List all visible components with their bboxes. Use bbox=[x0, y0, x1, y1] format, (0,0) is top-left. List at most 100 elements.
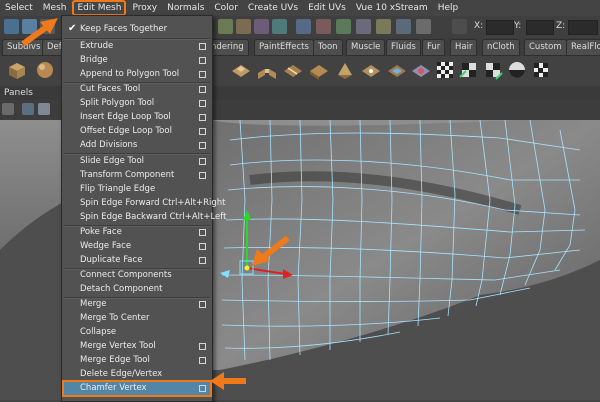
outliner-icon[interactable] bbox=[416, 19, 431, 34]
attribute-editor-icon[interactable] bbox=[396, 19, 411, 34]
grid-icon[interactable] bbox=[2, 103, 14, 115]
option-box-icon[interactable] bbox=[199, 172, 206, 179]
tab-ncloth[interactable]: nCloth bbox=[482, 39, 520, 56]
shaded-icon[interactable] bbox=[38, 103, 50, 115]
menu-item-slide-edge[interactable]: Slide Edge Tool bbox=[62, 154, 212, 168]
snap-view-icon[interactable] bbox=[272, 19, 287, 34]
menu-item-chamfer-vertex[interactable]: Chamfer Vertex bbox=[62, 380, 212, 397]
menu-vue-xstream[interactable]: Vue 10 xStream bbox=[351, 0, 433, 16]
menu-item-spin-edge-backward[interactable]: Spin Edge Backward Ctrl+Alt+Left bbox=[62, 210, 226, 224]
snap-point-icon[interactable] bbox=[254, 19, 269, 34]
render-settings-icon[interactable] bbox=[356, 19, 371, 34]
option-box-icon[interactable] bbox=[199, 86, 206, 93]
menu-item-flip-triangle-edge[interactable]: Flip Triangle Edge bbox=[62, 182, 212, 196]
x-field[interactable] bbox=[486, 20, 514, 35]
split-shelf-icon[interactable] bbox=[282, 59, 304, 81]
tab-fluids[interactable]: Fluids bbox=[386, 39, 421, 56]
snap-grid-icon[interactable] bbox=[218, 19, 233, 34]
menu-item-insert-edge-loop[interactable]: Insert Edge Loop Tool bbox=[62, 110, 212, 124]
menu-item-transform-component[interactable]: Transform Component bbox=[62, 168, 212, 182]
menu-item-merge-to-center[interactable]: Merge To Center bbox=[62, 311, 212, 325]
option-box-icon[interactable] bbox=[199, 385, 206, 392]
panels-menu[interactable]: Panels bbox=[4, 88, 33, 98]
option-box-icon[interactable] bbox=[199, 100, 206, 107]
option-box-icon[interactable] bbox=[199, 57, 206, 64]
tab-realflow[interactable]: RealFlo bbox=[566, 39, 600, 56]
menu-proxy[interactable]: Proxy bbox=[127, 0, 162, 16]
menu-item-merge-vertex-tool[interactable]: Merge Vertex Tool bbox=[62, 339, 212, 353]
menu-bar: Select Mesh Edit Mesh Proxy Normals Colo… bbox=[0, 0, 600, 16]
menu-item-connect-components[interactable]: Connect Components bbox=[62, 268, 212, 282]
option-box-icon[interactable] bbox=[199, 243, 206, 250]
menu-item-collapse[interactable]: Collapse bbox=[62, 325, 212, 339]
menu-item-merge-edge-tool[interactable]: Merge Edge Tool bbox=[62, 353, 212, 367]
input-mode-icon[interactable] bbox=[452, 19, 467, 34]
option-box-icon[interactable] bbox=[199, 43, 206, 50]
wedge-shelf-icon[interactable] bbox=[334, 59, 356, 81]
z-field-label: Z: bbox=[556, 21, 566, 31]
uv-automatic-icon[interactable] bbox=[530, 59, 552, 81]
annotation-arrow-icon bbox=[21, 18, 58, 47]
select-tool-icon[interactable] bbox=[4, 19, 19, 34]
menu-item-keep-faces-together[interactable]: ✔ Keep Faces Together bbox=[62, 22, 212, 36]
ipr-render-icon[interactable] bbox=[336, 19, 351, 34]
sphere-shelf-icon[interactable] bbox=[34, 59, 56, 81]
history-icon[interactable] bbox=[296, 19, 311, 34]
menu-help[interactable]: Help bbox=[433, 0, 464, 16]
menu-item-delete-edge-vertex[interactable]: Delete Edge/Vertex bbox=[62, 367, 212, 381]
render-icon[interactable] bbox=[316, 19, 331, 34]
menu-item-merge[interactable]: Merge bbox=[62, 297, 212, 311]
annotation-arrow-icon bbox=[210, 372, 246, 390]
uv-cylindrical-icon[interactable] bbox=[482, 59, 504, 81]
tab-painteffects[interactable]: PaintEffects bbox=[254, 39, 314, 56]
hypershade-icon[interactable] bbox=[376, 19, 391, 34]
extrude-shelf-icon[interactable] bbox=[230, 59, 252, 81]
menu-normals[interactable]: Normals bbox=[162, 0, 209, 16]
menu-edit-mesh[interactable]: Edit Mesh bbox=[72, 0, 127, 16]
option-box-icon[interactable] bbox=[199, 229, 206, 236]
menu-color[interactable]: Color bbox=[209, 0, 243, 16]
y-field-label: Y: bbox=[514, 21, 522, 31]
menu-item-extrude[interactable]: Extrude bbox=[62, 39, 212, 53]
y-field[interactable] bbox=[526, 20, 554, 35]
cube-shelf-icon[interactable] bbox=[6, 59, 28, 81]
option-box-icon[interactable] bbox=[199, 128, 206, 135]
option-box-icon[interactable] bbox=[199, 158, 206, 165]
z-field[interactable] bbox=[568, 20, 598, 35]
menu-item-duplicate-face[interactable]: Duplicate Face bbox=[62, 253, 212, 267]
menu-create-uvs[interactable]: Create UVs bbox=[243, 0, 303, 16]
tab-toon[interactable]: Toon bbox=[313, 39, 343, 56]
option-box-icon[interactable] bbox=[199, 71, 206, 78]
menu-item-bridge[interactable]: Bridge bbox=[62, 53, 212, 67]
uv-planar-icon[interactable] bbox=[458, 59, 480, 81]
menu-item-poke-face[interactable]: Poke Face bbox=[62, 225, 212, 239]
tab-hair[interactable]: Hair bbox=[450, 39, 478, 56]
uv-spherical-icon[interactable] bbox=[506, 59, 528, 81]
cut-shelf-icon[interactable] bbox=[308, 59, 330, 81]
menu-item-append-to-polygon[interactable]: Append to Polygon Tool bbox=[62, 67, 212, 81]
option-box-icon[interactable] bbox=[199, 357, 206, 364]
tab-custom[interactable]: Custom bbox=[524, 39, 567, 56]
bridge-shelf-icon[interactable] bbox=[256, 59, 278, 81]
option-box-icon[interactable] bbox=[199, 257, 206, 264]
collapse-shelf-icon[interactable] bbox=[410, 59, 432, 81]
menu-item-offset-edge-loop[interactable]: Offset Edge Loop Tool bbox=[62, 124, 212, 138]
option-box-icon[interactable] bbox=[199, 343, 206, 350]
menu-item-add-divisions[interactable]: Add Divisions bbox=[62, 138, 212, 152]
menu-edit-uvs[interactable]: Edit UVs bbox=[303, 0, 351, 16]
menu-item-spin-edge-forward[interactable]: Spin Edge Forward Ctrl+Alt+Right bbox=[62, 196, 225, 210]
wireframe-icon[interactable] bbox=[22, 103, 34, 115]
menu-item-wedge-face[interactable]: Wedge Face bbox=[62, 239, 212, 253]
menu-item-split-polygon[interactable]: Split Polygon Tool bbox=[62, 96, 212, 110]
option-box-icon[interactable] bbox=[199, 114, 206, 121]
tab-fur[interactable]: Fur bbox=[422, 39, 446, 56]
snap-curve-icon[interactable] bbox=[236, 19, 251, 34]
merge-shelf-icon[interactable] bbox=[386, 59, 408, 81]
menu-item-detach-component[interactable]: Detach Component bbox=[62, 282, 212, 296]
option-box-icon[interactable] bbox=[199, 142, 206, 149]
tab-muscle[interactable]: Muscle bbox=[346, 39, 386, 56]
option-box-icon[interactable] bbox=[199, 301, 206, 308]
poke-shelf-icon[interactable] bbox=[360, 59, 382, 81]
checker-uv-icon[interactable] bbox=[434, 59, 456, 81]
menu-item-cut-faces[interactable]: Cut Faces Tool bbox=[62, 82, 212, 96]
